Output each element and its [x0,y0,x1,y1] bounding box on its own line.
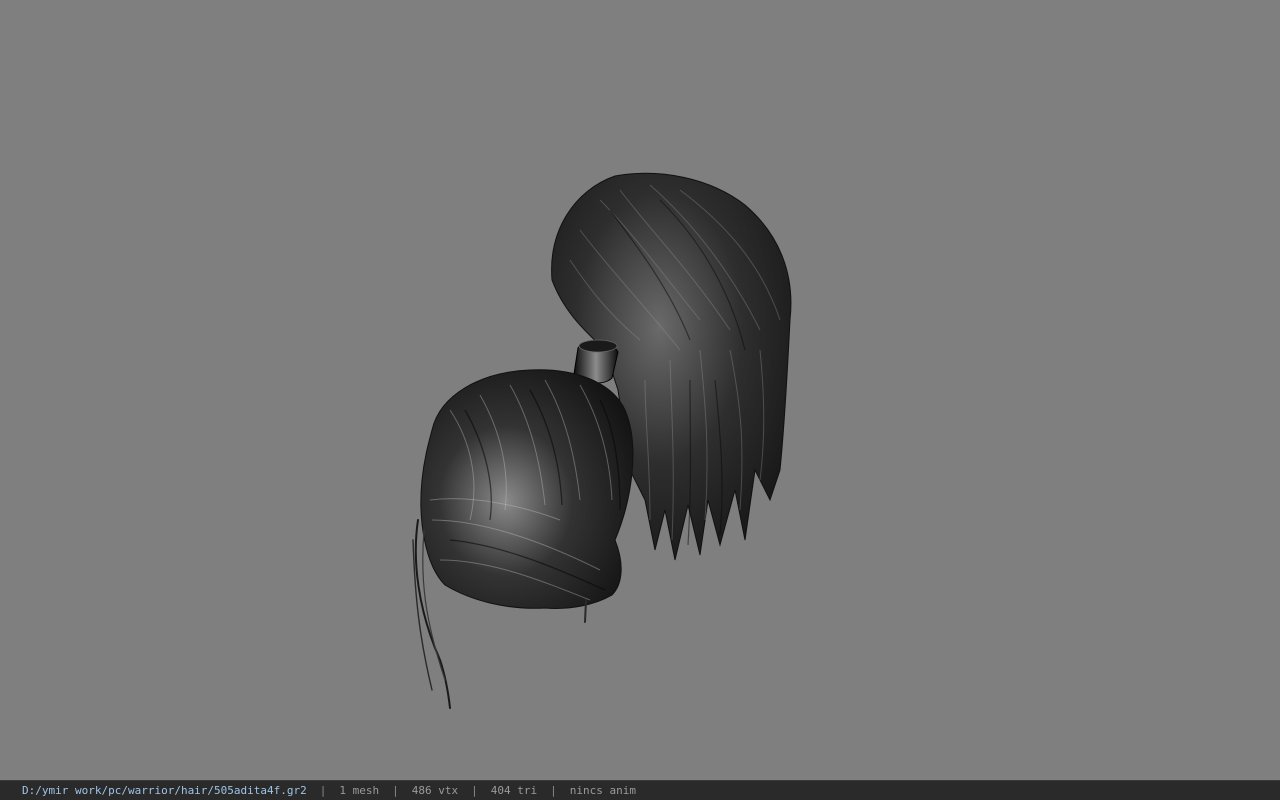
file-path: D:/ymir work/pc/warrior/hair/505adita4f.… [22,784,307,797]
separator: | [392,784,399,797]
vertex-count: 486 vtx [411,784,459,797]
status-bar: D:/ymir work/pc/warrior/hair/505adita4f.… [0,780,1280,800]
separator: | [550,784,557,797]
separator: | [319,784,327,797]
hair-model-render [412,172,792,709]
animation-status: nincs anim [569,784,636,797]
separator: | [471,784,478,797]
triangle-count: 404 tri [490,784,538,797]
hair-bun [420,369,634,609]
mesh-count: 1 mesh [339,784,380,797]
3d-viewport[interactable] [0,0,1280,780]
